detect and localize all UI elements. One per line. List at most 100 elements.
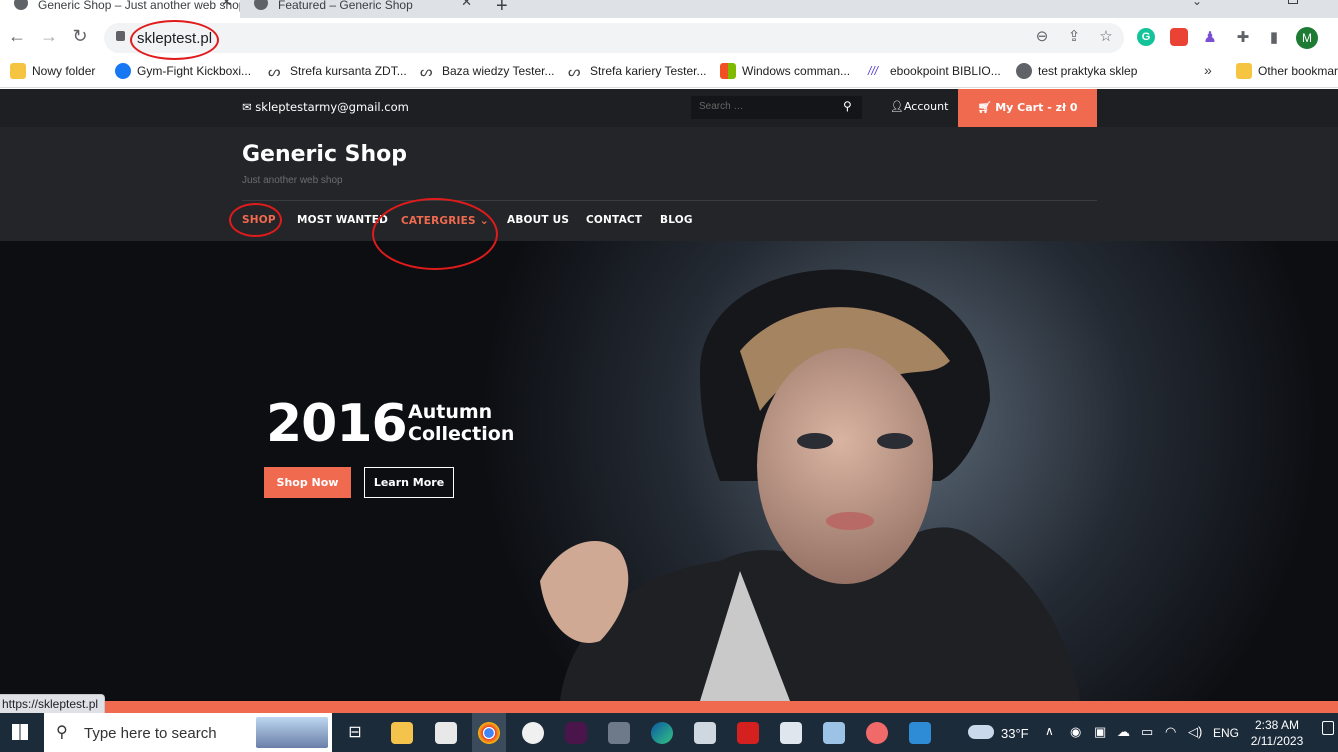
tab-generic-shop[interactable]: Generic Shop – Just another web shop ✕ [0,0,240,18]
meet-icon[interactable]: ▣ [1094,724,1106,740]
bookmark-item[interactable]: ᔕ Baza wiedzy Tester... [420,63,555,79]
edge-icon[interactable] [651,722,673,744]
tab-search-icon[interactable]: ⌄ [1192,0,1202,8]
lock-icon[interactable] [116,31,125,41]
tester-logo-icon: ᔕ [568,63,581,79]
search-input[interactable]: Search … [699,101,743,112]
search-icon[interactable]: ⚲ [843,99,852,113]
notification-icon[interactable] [1322,721,1334,735]
folder-icon [10,63,26,79]
search-highlight-image [256,717,328,748]
record-icon[interactable]: ◉ [1070,724,1081,740]
close-tab-icon[interactable]: ✕ [461,0,472,8]
annotation-circle-categories [372,198,498,270]
shop-now-button[interactable]: Shop Now [264,467,351,498]
accent-strip [0,701,1338,713]
onedrive-icon[interactable]: ☁ [1117,724,1130,740]
globe-icon [254,0,268,10]
site-tagline: Just another web shop [242,175,343,186]
windows-taskbar: ⚲ Type here to search ⊟ 33°F ∧ ◉ ▣ ☁ ▭ ◠… [0,713,1338,752]
extension-purple-icon[interactable]: ♟ [1200,28,1220,48]
zoom-icon[interactable]: ⊖ [1032,27,1052,47]
globe-icon [1016,63,1032,79]
link-status-bar: https://skleptest.pl [0,694,106,713]
forward-icon[interactable]: → [37,26,61,47]
nav-contact[interactable]: CONTACT [586,214,642,226]
clock[interactable]: 2:38 AM 2/11/2023 [1248,717,1306,749]
grammarly-icon[interactable]: G [1137,28,1155,46]
ebookpoint-icon: /// [868,64,879,78]
extension-red-icon[interactable] [1170,28,1188,46]
bookmark-item[interactable]: test praktyka sklep [1016,63,1137,79]
store-icon[interactable] [435,722,457,744]
acrobat-icon[interactable] [737,722,759,744]
bookmarks-overflow-icon[interactable]: » [1204,62,1212,78]
nav-about-us[interactable]: ABOUT US [507,214,569,226]
battery-icon[interactable]: ▭ [1141,724,1153,740]
address-bar[interactable]: skleptest.pl ⊖ ⇪ ☆ [104,23,1124,53]
tab-featured[interactable]: Featured – Generic Shop ✕ [240,0,480,18]
photos-icon[interactable] [909,722,931,744]
task-view-icon[interactable]: ⊟ [344,722,366,744]
slack-icon[interactable] [565,722,587,744]
chrome-icon[interactable] [478,722,500,744]
bookmark-star-icon[interactable]: ☆ [1096,27,1116,47]
bookmark-item[interactable]: ///ebookpoint BIBLIO... [868,63,1001,79]
hero-model-image [0,241,1338,701]
weather-temperature[interactable]: 33°F [1001,726,1029,741]
taskbar-search-input[interactable]: Type here to search [84,725,217,742]
hero-year: 2016 [266,394,408,454]
paint-icon[interactable] [522,722,544,744]
extensions-puzzle-icon[interactable]: ✚ [1233,28,1253,48]
bookmark-item[interactable]: Nowy folder [10,63,95,79]
bookmark-item[interactable]: Windows comman... [720,63,850,79]
bookmark-item[interactable]: Gym-Fight Kickboxi... [115,63,251,79]
tester-logo-icon: ᔕ [268,63,281,79]
windows-start-icon[interactable] [12,724,28,740]
site-title[interactable]: Generic Shop [242,142,407,167]
side-panel-icon[interactable]: ▮ [1264,28,1284,48]
globe-icon [14,0,28,10]
editor-icon[interactable] [780,722,802,744]
facebook-icon [115,63,131,79]
share-icon[interactable]: ⇪ [1064,27,1084,47]
windows-logo-icon [720,63,736,79]
user-icon: 👤︎ [890,100,904,113]
annotation-circle-shop [229,203,282,237]
bookmark-item[interactable]: ᔕ Strefa kursanta ZDT... [268,63,407,79]
notepad-icon[interactable] [694,722,716,744]
reload-icon[interactable]: ↻ [68,26,92,47]
close-tab-icon[interactable]: ✕ [221,0,232,8]
bookmark-item[interactable]: ᔕ Strefa kariery Tester... [568,63,707,79]
header-divider [242,200,1097,201]
notes-icon[interactable] [823,722,845,744]
envelope-icon: ✉ [242,100,256,114]
back-icon[interactable]: ← [5,26,29,47]
volume-icon[interactable]: ◁) [1188,724,1202,740]
tester-logo-icon: ᔕ [420,63,433,79]
nav-blog[interactable]: BLOG [660,214,693,226]
asana-icon[interactable] [866,722,888,744]
other-bookmarks[interactable]: Other bookmarks [1236,63,1338,79]
bookmarks-bar: Nowy folder Gym-Fight Kickboxi... ᔕ Stref… [0,58,1338,88]
tray-overflow-icon[interactable]: ∧ [1045,724,1054,738]
taskbar-search[interactable]: ⚲ Type here to search [44,713,332,752]
learn-more-button[interactable]: Learn More [364,467,454,498]
new-tab-button[interactable]: + [496,0,508,18]
contact-email[interactable]: ✉ skleptestarmy@gmail.com [242,100,409,114]
hero-heading: Autumn Collection [408,401,515,445]
folder-icon [1236,63,1252,79]
wifi-icon[interactable]: ◠ [1165,724,1176,740]
search-box: Search … ⚲ [691,96,862,119]
profile-avatar[interactable]: M [1296,27,1318,49]
tab-title: Generic Shop – Just another web shop [38,0,240,12]
calculator-icon[interactable] [608,722,630,744]
file-explorer-icon[interactable] [391,722,413,744]
cart-button[interactable]: 🛒︎ My Cart - zł 0 [958,89,1097,127]
account-link[interactable]: 👤︎Account [890,100,948,113]
cart-icon: 🛒︎ [977,101,996,114]
weather-cloud-icon[interactable] [968,725,994,739]
tab-title: Featured – Generic Shop [278,0,413,12]
language-indicator[interactable]: ENG [1213,726,1239,740]
restore-window-icon[interactable] [1288,0,1298,4]
